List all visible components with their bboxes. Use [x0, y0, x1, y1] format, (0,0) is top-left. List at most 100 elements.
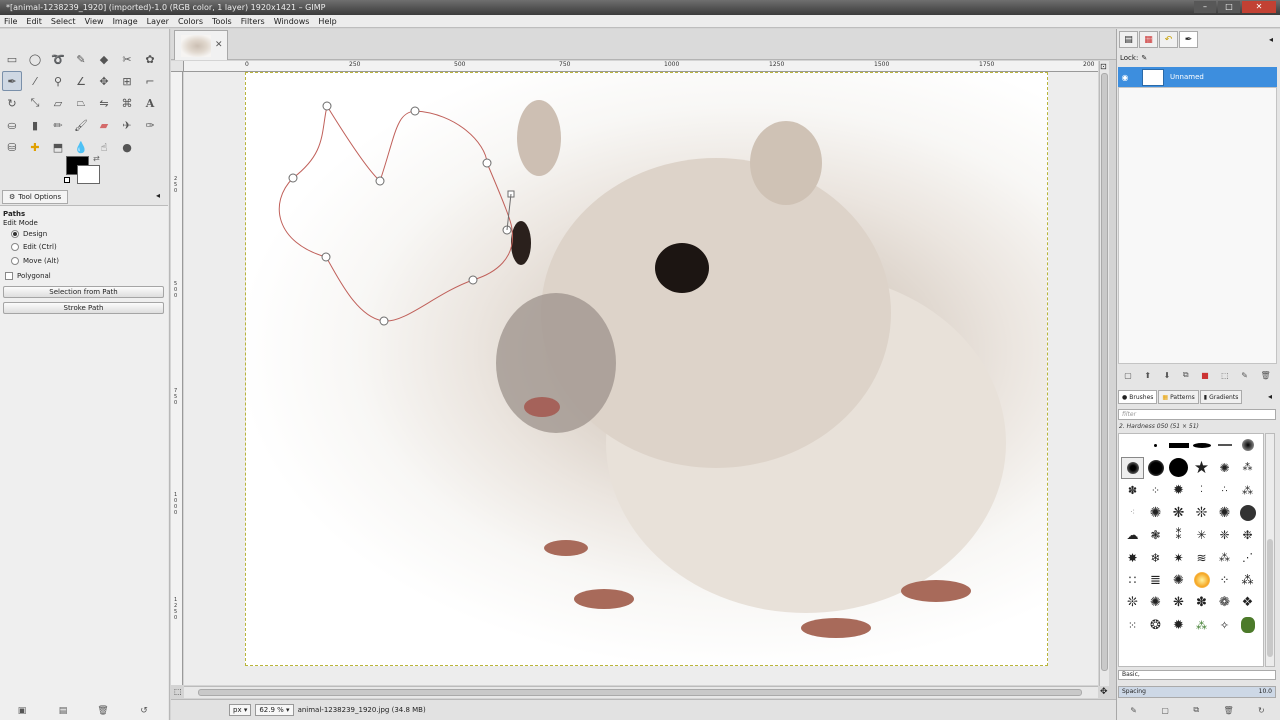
brush-item[interactable]: ✳ [1190, 524, 1213, 547]
radio-move[interactable] [11, 257, 19, 265]
save-options-icon[interactable]: ▣ [16, 706, 28, 716]
menu-colors[interactable]: Colors [178, 17, 203, 26]
menu-select[interactable]: Select [51, 17, 76, 26]
select-by-color-icon[interactable]: ◆ [94, 49, 114, 69]
brush-item[interactable]: ⋰ [1236, 547, 1259, 570]
brush-item[interactable]: ⁘ [1213, 569, 1236, 592]
paths-tab-icon[interactable]: ✒ [1179, 31, 1198, 48]
tab-patterns[interactable]: ▦ Patterns [1158, 390, 1199, 404]
airbrush-icon[interactable]: ✈ [117, 115, 137, 135]
mode-edit-option[interactable]: Edit (Ctrl) [11, 243, 57, 251]
delete-brush-icon[interactable]: 🗑 [1223, 706, 1233, 715]
text-icon[interactable]: A [140, 93, 160, 113]
dodge-burn-icon[interactable]: ● [117, 137, 137, 157]
brush-item[interactable] [1121, 456, 1144, 479]
swap-colors-icon[interactable]: ⇄ [93, 154, 100, 163]
brush-item[interactable]: ⁂ [1190, 614, 1213, 637]
reset-options-icon[interactable]: ↺ [138, 706, 150, 716]
polygonal-option[interactable]: Polygonal [5, 272, 51, 280]
tool-options-tab[interactable]: ⚙ Tool Options [2, 190, 69, 204]
horizontal-scrollbar[interactable] [184, 686, 1098, 698]
zoom-selector[interactable]: 62.9 % ▾ [255, 704, 294, 716]
blend-icon[interactable]: ▮ [25, 115, 45, 135]
brush-item[interactable]: ❊ [1121, 592, 1144, 615]
menu-view[interactable]: View [85, 17, 104, 26]
brush-item[interactable] [1144, 457, 1167, 480]
brush-item[interactable] [1167, 434, 1190, 457]
layers-tab-icon[interactable]: ▤ [1119, 31, 1138, 48]
canvas-area[interactable] [184, 72, 1098, 685]
tab-gradients[interactable]: ▮ Gradients [1199, 390, 1243, 404]
brush-item[interactable]: ❁ [1213, 592, 1236, 615]
menu-filters[interactable]: Filters [241, 17, 265, 26]
ink-icon[interactable]: ✑ [140, 115, 160, 135]
minimize-button[interactable]: – [1194, 1, 1216, 13]
paths-tool-icon[interactable]: ✒ [2, 71, 22, 91]
brush-item[interactable]: ❂ [1144, 614, 1167, 637]
menu-help[interactable]: Help [318, 17, 336, 26]
brush-item[interactable]: ✺ [1213, 502, 1236, 525]
brush-preset-select[interactable]: Basic, [1118, 670, 1276, 680]
brush-item[interactable]: ∴ [1213, 479, 1236, 502]
lower-icon[interactable]: ⬇ [1164, 371, 1171, 380]
brush-item[interactable]: ★ [1190, 457, 1213, 480]
layers-list[interactable] [1118, 87, 1277, 364]
brush-item[interactable]: ✺ [1213, 457, 1236, 480]
channels-tab-icon[interactable]: ▦ [1139, 31, 1158, 48]
brush-item[interactable]: ⁘ [1144, 479, 1167, 502]
brush-item[interactable] [1236, 434, 1259, 457]
brush-item[interactable]: ✺ [1167, 569, 1190, 592]
brush-item[interactable]: ⁚ [1190, 479, 1213, 502]
rotate-icon[interactable]: ↻ [2, 93, 22, 113]
reset-colors-icon[interactable] [64, 177, 70, 183]
heal-icon[interactable]: ✚ [25, 137, 45, 157]
perspective-clone-icon[interactable]: ⬒ [48, 137, 68, 157]
brush-item[interactable]: ❉ [1236, 524, 1259, 547]
duplicate-icon[interactable]: ⧉ [1183, 370, 1189, 380]
brush-item[interactable]: ❋ [1167, 592, 1190, 615]
brush-item[interactable]: ✷ [1167, 547, 1190, 570]
unit-selector[interactable]: px ▾ [229, 704, 252, 716]
brush-item[interactable]: ≣ [1144, 569, 1167, 592]
blur-icon[interactable]: 💧 [71, 137, 91, 157]
align-icon[interactable]: ⊞ [117, 71, 137, 91]
perspective-icon[interactable]: ⏢ [71, 93, 91, 113]
cage-icon[interactable]: ⌘ [117, 93, 137, 113]
rect-select-icon[interactable]: ▭ [2, 49, 22, 69]
image-canvas[interactable] [245, 72, 1048, 666]
panel-menu-icon[interactable]: ◂ [156, 191, 160, 200]
panel-menu-icon[interactable]: ◂ [1268, 392, 1272, 401]
mode-design-option[interactable]: Design [11, 230, 47, 238]
delete-options-icon[interactable]: 🗑 [97, 706, 109, 716]
brush-item[interactable]: ☁ [1121, 524, 1144, 547]
mode-move-option[interactable]: Move (Alt) [11, 257, 59, 265]
scissors-icon[interactable]: ✂ [117, 49, 137, 69]
crop-icon[interactable]: ⌐ [140, 71, 160, 91]
refresh-brushes-icon[interactable]: ↻ [1258, 706, 1265, 715]
vertical-scrollbar[interactable] [1099, 61, 1109, 686]
menu-edit[interactable]: Edit [26, 17, 42, 26]
stroke-path-button[interactable]: Stroke Path [3, 302, 164, 314]
shear-icon[interactable]: ▱ [48, 93, 68, 113]
path-to-selection-icon[interactable]: ■ [1201, 371, 1209, 380]
navigate-icon[interactable]: ✥ [1100, 687, 1108, 697]
brush-item[interactable]: ✽ [1190, 592, 1213, 615]
brush-item[interactable]: ✽ [1121, 479, 1144, 502]
vertical-ruler[interactable]: 2 5 0 5 0 0 7 5 0 1 0 0 0 1 2 5 0 [171, 72, 183, 685]
brush-item[interactable]: ∷ [1121, 569, 1144, 592]
zoom-icon[interactable]: ⚲ [48, 71, 68, 91]
color-picker-icon[interactable]: ⁄ [25, 71, 45, 91]
brush-item[interactable]: ≋ [1190, 547, 1213, 570]
brush-grid[interactable]: ★ ✺ ⁂ ✽ ⁘ ✹ ⁚ ∴ ⁂ ⁖ ✺ ❋ ❊ ✺ ☁ ❃ ⁑ ✳ ❈ ❉ … [1118, 433, 1264, 667]
menu-file[interactable]: File [4, 17, 17, 26]
restore-options-icon[interactable]: ▤ [57, 706, 69, 716]
brush-item[interactable] [1236, 614, 1259, 637]
brush-item[interactable] [1167, 457, 1190, 480]
radio-design[interactable] [11, 230, 19, 238]
scrollbar-thumb[interactable] [1267, 539, 1273, 657]
new-path-icon[interactable]: ▢ [1124, 371, 1132, 380]
brush-item[interactable]: ❄ [1144, 547, 1167, 570]
brush-scrollbar[interactable] [1265, 433, 1275, 667]
selection-from-path-button[interactable]: Selection from Path [3, 286, 164, 298]
bucket-fill-icon[interactable]: ⛀ [2, 115, 22, 135]
